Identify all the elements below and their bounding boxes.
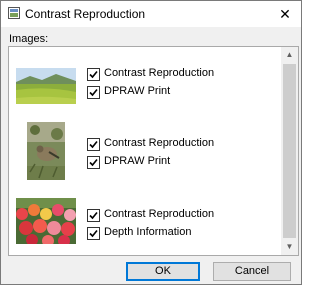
thumbnail-landscape[interactable]	[16, 68, 76, 104]
window-title: Contrast Reproduction	[25, 7, 146, 21]
images-label: Images:	[9, 33, 49, 45]
option-label: Contrast Reproduction	[104, 137, 215, 149]
vertical-scrollbar[interactable]: ▲ ▼	[281, 47, 298, 255]
thumbnail-bird[interactable]	[27, 122, 65, 180]
list-item: Contrast Reproduction DPRAW Print	[9, 122, 283, 182]
checkbox[interactable]	[87, 156, 100, 169]
check-icon	[89, 140, 98, 149]
cancel-button[interactable]: Cancel	[213, 262, 291, 281]
check-icon	[89, 158, 98, 167]
ok-button[interactable]: OK	[126, 262, 200, 281]
list-item: Contrast Reproduction DPRAW Print	[9, 59, 283, 119]
checkbox[interactable]	[87, 138, 100, 151]
thumbnail-flowers[interactable]	[16, 198, 76, 244]
chevron-up-icon: ▲	[285, 50, 294, 59]
checkbox[interactable]	[87, 209, 100, 222]
scroll-thumb[interactable]	[283, 64, 296, 238]
close-icon: ✕	[279, 6, 291, 22]
option-label: Depth Information	[104, 226, 192, 238]
checkbox[interactable]	[87, 86, 100, 99]
app-icon	[8, 7, 20, 19]
scroll-down-button[interactable]: ▼	[281, 239, 298, 255]
check-icon	[89, 229, 98, 238]
dialog-window: Contrast Reproduction ✕ Images: Contrast…	[0, 0, 302, 285]
chevron-down-icon: ▼	[285, 242, 294, 251]
scroll-up-button[interactable]: ▲	[281, 47, 298, 63]
check-icon	[89, 211, 98, 220]
option-label: DPRAW Print	[104, 155, 171, 167]
option-label: Contrast Reproduction	[104, 67, 215, 79]
checkbox[interactable]	[87, 68, 100, 81]
title-bar[interactable]: Contrast Reproduction ✕	[1, 1, 301, 27]
close-button[interactable]: ✕	[269, 1, 301, 27]
checkbox[interactable]	[87, 227, 100, 240]
list-item: Contrast Reproduction Depth Information	[9, 192, 283, 252]
image-list: Contrast Reproduction DPRAW Print Contra…	[8, 46, 299, 256]
check-icon	[89, 70, 98, 79]
option-label: DPRAW Print	[104, 85, 171, 97]
check-icon	[89, 88, 98, 97]
option-label: Contrast Reproduction	[104, 208, 215, 220]
